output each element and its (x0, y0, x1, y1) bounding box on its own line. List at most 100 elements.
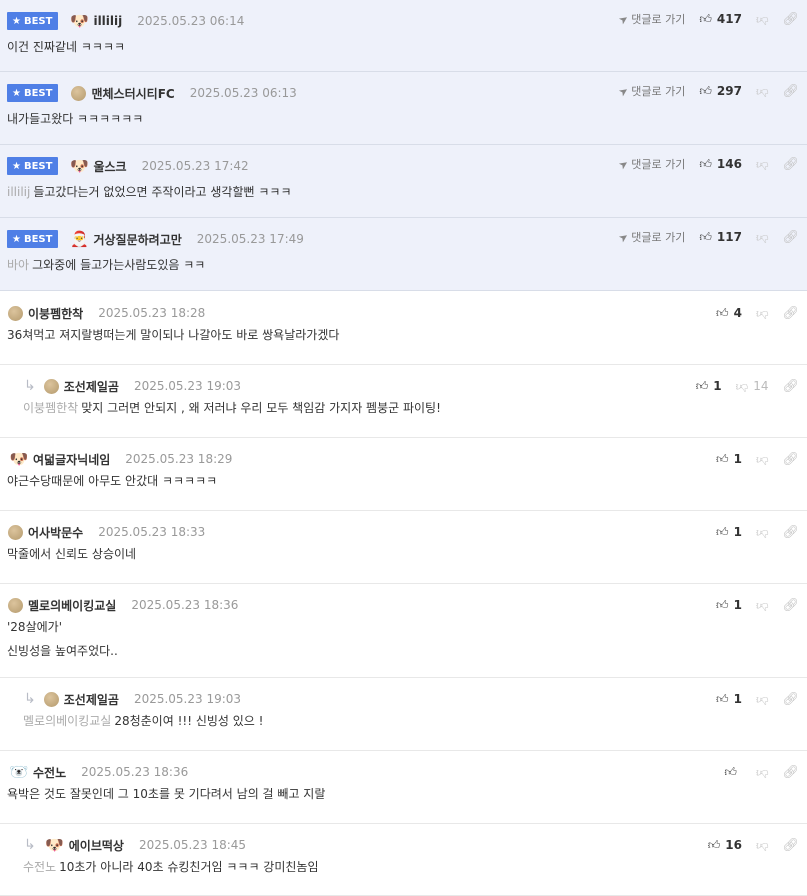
nickname[interactable]: 에이브떡상 (69, 837, 124, 854)
upvote-button[interactable]: 👍︎ 117 (699, 230, 742, 245)
reply-item: ↳ 조선제일곰 2025.05.23 19:03 이붕펨한착 맞지 그러면 안되지 , … (0, 365, 807, 438)
thumbs-up-icon: 👍︎ (699, 83, 712, 98)
comment-item: ★ BEST 🎅 거상질문하려고만 2025.05.23 17:49 바아 그와중에 들고가… (0, 218, 807, 291)
link-icon[interactable]: 🔗︎ (782, 598, 799, 613)
downvote-button[interactable]: 👍︎ (756, 692, 769, 707)
nickname[interactable]: 울스크 (93, 158, 126, 175)
dot-avatar[interactable] (43, 378, 59, 394)
downvote-button[interactable]: 👍︎ (756, 598, 769, 613)
link-icon[interactable]: 🔗︎ (782, 838, 799, 853)
downvote-button[interactable]: 👍︎ (756, 306, 769, 321)
downvote-button[interactable]: 👍︎ 14 (736, 379, 769, 394)
downvote-button[interactable]: 👍︎ (756, 12, 769, 27)
nickname[interactable]: 맨체스터시티FC (91, 85, 174, 102)
goto-comment-link[interactable]: ➤ 댓글로 가기 (616, 229, 685, 245)
downvote-button[interactable]: 👍︎ (756, 452, 769, 467)
dog-avatar[interactable]: 🐶 (68, 10, 90, 32)
comment-actions: 👍︎ 1 👍︎ 🔗︎ (716, 690, 799, 708)
link-icon[interactable]: 🔗︎ (782, 230, 799, 245)
thumbs-down-icon: 👍︎ (735, 379, 749, 394)
nickname[interactable]: 조선제일곰 (64, 378, 119, 395)
dot-avatar[interactable] (43, 691, 59, 707)
comment-line: 이붕펨한착 맞지 그러면 안되지 , 왜 저러냐 우리 모두 책임감 가지자 펨붕… (23, 398, 777, 418)
nickname[interactable]: 수전노 (33, 764, 66, 781)
upvote-button[interactable]: 👍︎ 297 (699, 84, 742, 99)
downvote-button[interactable]: 👍︎ (756, 157, 769, 172)
comment-actions: 👍︎ 👍︎ 🔗︎ (724, 763, 799, 781)
thumbs-down-icon: 👍︎ (755, 230, 769, 245)
nickname[interactable]: 멜로의베이킹교실 (28, 597, 116, 614)
thumbs-up-icon: 👍︎ (724, 764, 737, 779)
mention-link[interactable]: illilij (7, 185, 30, 199)
comment-actions: 👍︎ 16 👍︎ 🔗︎ (708, 836, 799, 854)
comment-header: ★ BEST 🐶 울스크 2025.05.23 17:42 (0, 156, 249, 176)
downvote-count: 14 (753, 379, 769, 393)
link-icon[interactable]: 🔗︎ (782, 452, 799, 467)
upvote-button[interactable]: 👍︎ 4 (716, 306, 742, 321)
upvote-button[interactable]: 👍︎ 1 (716, 452, 742, 467)
goto-comment-link[interactable]: ➤ 댓글로 가기 (616, 83, 685, 99)
link-icon[interactable]: 🔗︎ (782, 306, 799, 321)
dot-avatar[interactable] (71, 85, 87, 101)
dot-avatar[interactable] (8, 305, 23, 321)
nickname[interactable]: 여덟글자닉네임 (33, 451, 110, 468)
comment-line-text: 들고갔다는거 없었으면 주작이라고 생각할뻔 ㅋㅋㅋ (33, 185, 292, 199)
dot-avatar[interactable] (8, 597, 23, 613)
goto-comment-link[interactable]: ➤ 댓글로 가기 (616, 156, 685, 172)
link-icon[interactable]: 🔗︎ (782, 84, 799, 99)
nickname[interactable]: 어사박문수 (28, 524, 83, 541)
best-label: BEST (23, 87, 53, 99)
reply-arrow-icon: ↳ (24, 691, 36, 707)
upvote-button[interactable]: 👍︎ 16 (708, 838, 742, 853)
nickname[interactable]: 조선제일곰 (64, 691, 119, 708)
link-icon[interactable]: 🔗︎ (782, 525, 799, 540)
timestamp: 2025.05.23 19:03 (133, 692, 242, 706)
link-icon[interactable]: 🔗︎ (782, 12, 799, 27)
mention-link[interactable]: 멜로의베이킹교실 (23, 714, 111, 728)
upvote-button[interactable]: 👍︎ 1 (716, 525, 742, 540)
upvote-button[interactable]: 👍︎ 1 (696, 379, 722, 394)
best-badge: ★ BEST (7, 12, 59, 30)
star-icon: ★ (12, 87, 21, 99)
upvote-count: 1 (733, 452, 742, 466)
mention-link[interactable]: 이붕펨한착 (23, 401, 78, 415)
link-icon[interactable]: 🔗︎ (782, 692, 799, 707)
dog-avatar[interactable]: 🐶 (44, 834, 66, 856)
comment-actions: 👍︎ 4 👍︎ 🔗︎ (716, 304, 799, 322)
comment-line-text: 야근수당때문에 아무도 안갔대 ㅋㅋㅋㅋㅋ (7, 474, 218, 488)
link-icon[interactable]: 🔗︎ (782, 765, 799, 780)
upvote-button[interactable]: 👍︎ 417 (699, 12, 742, 27)
dog-avatar[interactable]: 🐶 (68, 155, 90, 177)
upvote-button[interactable]: 👍︎ 1 (716, 692, 742, 707)
comment-line: 신빙성을 높여주었다.. (7, 641, 777, 661)
thumbs-up-icon: 👍︎ (716, 305, 729, 320)
downvote-button[interactable]: 👍︎ (756, 84, 769, 99)
santa-dog-avatar[interactable]: 🎅 (68, 228, 90, 250)
dot-avatar[interactable] (8, 524, 23, 540)
timestamp: 2025.05.23 18:33 (98, 525, 206, 539)
downvote-button[interactable]: 👍︎ (756, 838, 769, 853)
nickname[interactable]: illilij (93, 14, 122, 28)
link-icon[interactable]: 🔗︎ (782, 157, 799, 172)
downvote-button[interactable]: 👍︎ (756, 765, 769, 780)
nickname[interactable]: 이붕펨한착 (28, 305, 83, 322)
upvote-button[interactable]: 👍︎ (724, 765, 742, 780)
comment-line: 수전노 10초가 아니라 40초 슈킹친거임 ㅋㅋㅋ 강미친놈임 (23, 857, 777, 877)
polar-bear-avatar[interactable]: 🐻‍❄️ (8, 761, 30, 783)
dog-avatar[interactable]: 🐶 (8, 448, 30, 470)
comment-line-text: '28살에가' (7, 620, 62, 634)
upvote-button[interactable]: 👍︎ 146 (699, 157, 742, 172)
mention-link[interactable]: 바아 (7, 258, 29, 272)
goto-comment-link[interactable]: ➤ 댓글로 가기 (616, 11, 685, 27)
mention-link[interactable]: 수전노 (23, 860, 56, 874)
comment-line: 내가들고왔다 ㅋㅋㅋㅋㅋㅋ (7, 109, 777, 129)
comment-line-text: 신빙성을 높여주었다.. (7, 644, 118, 658)
comment-header: 어사박문수 2025.05.23 18:33 (0, 522, 205, 542)
comment-line-text: 이건 진짜같네 ㅋㅋㅋㅋ (7, 40, 126, 54)
downvote-button[interactable]: 👍︎ (756, 230, 769, 245)
timestamp: 2025.05.23 06:13 (189, 86, 297, 100)
link-icon[interactable]: 🔗︎ (782, 379, 799, 394)
downvote-button[interactable]: 👍︎ (756, 525, 769, 540)
upvote-button[interactable]: 👍︎ 1 (716, 598, 742, 613)
nickname[interactable]: 거상질문하려고만 (93, 231, 181, 248)
